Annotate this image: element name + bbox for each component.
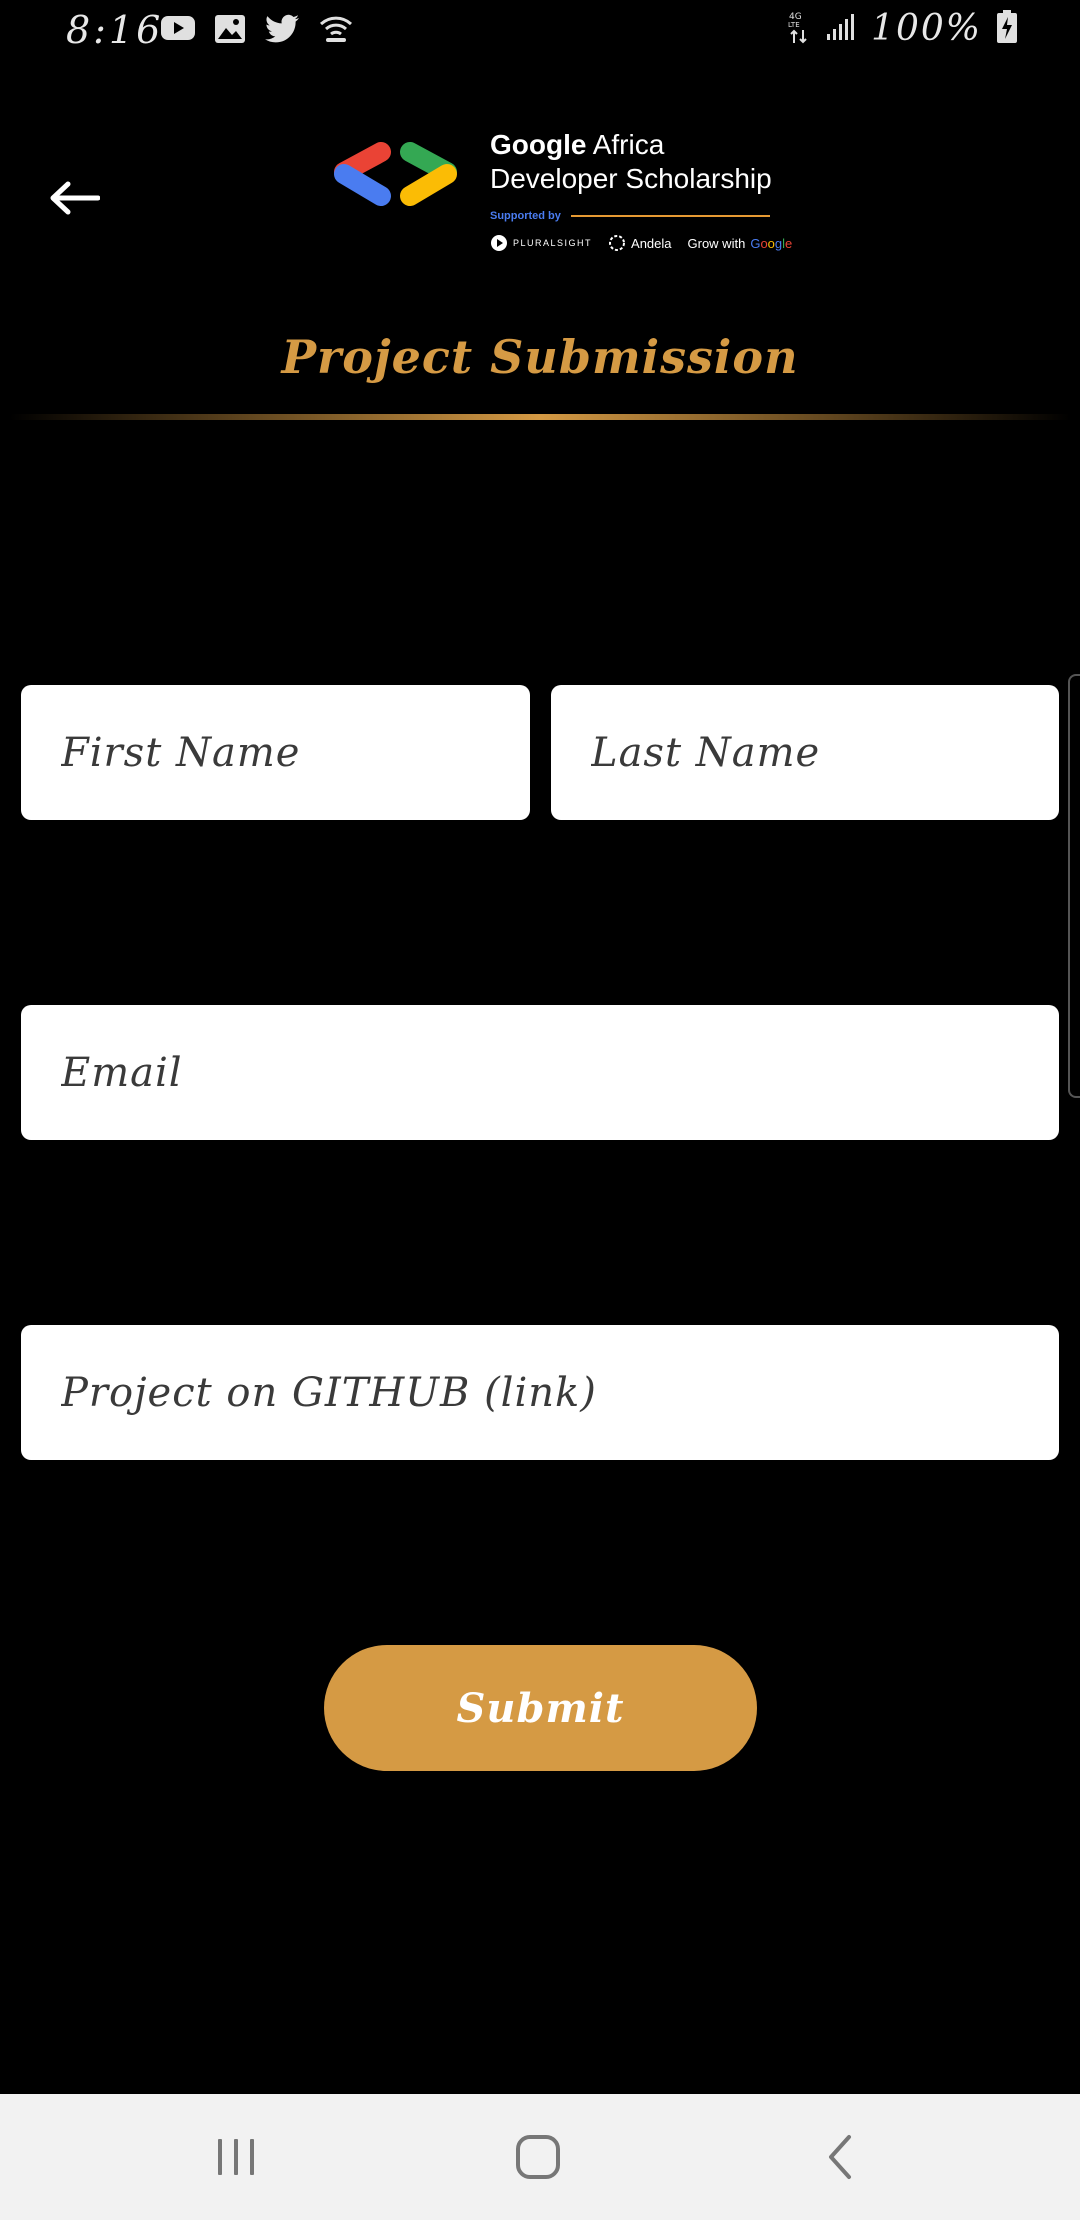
- andela-icon: [609, 235, 626, 251]
- email-input[interactable]: [59, 1048, 1059, 1097]
- pluralsight-label: PLURALSIGHT: [513, 238, 593, 248]
- battery-charging-icon: [996, 9, 1018, 48]
- signal-bars-icon: [825, 12, 857, 46]
- arrow-left-icon: [50, 181, 100, 215]
- status-icons-right: 4G LTE 100%: [787, 8, 1018, 49]
- github-link-field[interactable]: [21, 1325, 1059, 1460]
- github-link-input[interactable]: [59, 1368, 1059, 1417]
- pluralsight-icon: [491, 235, 507, 251]
- back-button[interactable]: [44, 170, 104, 226]
- wifi-calling-icon: [318, 14, 354, 48]
- google-wordmark: Google: [750, 235, 793, 251]
- sponsor-logos: PLURALSIGHT Andela Grow with Google: [490, 234, 792, 252]
- recents-button[interactable]: [196, 2124, 276, 2190]
- andela-label: Andela: [631, 235, 672, 251]
- back-chevron-icon: [829, 2135, 851, 2179]
- first-name-field[interactable]: [21, 685, 530, 820]
- logo-line1: Google Africa: [490, 128, 772, 162]
- home-icon: [516, 2135, 560, 2179]
- logo-text: Google Africa Developer Scholarship: [490, 128, 772, 196]
- status-bar: 8:16 4G LTE 100%: [0, 0, 1080, 64]
- supported-by-label: Supported by: [490, 210, 561, 222]
- nav-back-button[interactable]: [800, 2124, 880, 2190]
- svg-text:LTE: LTE: [788, 21, 800, 29]
- navigation-bar: [0, 2094, 1080, 2220]
- data-arrows-icon: 4G LTE: [787, 10, 811, 48]
- home-button[interactable]: [498, 2124, 578, 2190]
- scrollbar[interactable]: [1068, 674, 1080, 1098]
- gads-logo: Google Africa Developer Scholarship Supp…: [326, 128, 792, 268]
- gdg-brackets-icon: [334, 142, 457, 206]
- status-icons-left: [160, 14, 354, 48]
- logo-africa-word: Africa: [586, 129, 665, 160]
- supported-by-line: [570, 215, 770, 217]
- sponsor-andela: Andela: [608, 234, 672, 252]
- submit-button[interactable]: Submit: [324, 1645, 757, 1771]
- gallery-icon: [214, 14, 246, 48]
- page-title: Project Submission: [281, 330, 799, 384]
- logo-google-word: Google: [490, 129, 587, 160]
- twitter-icon: [264, 14, 300, 48]
- logo-supported-row: Supported by: [490, 208, 770, 224]
- recents-icon: [218, 2139, 254, 2175]
- title-divider: [10, 414, 1070, 420]
- youtube-icon: [160, 14, 196, 48]
- last-name-input[interactable]: [589, 728, 1059, 777]
- email-field[interactable]: [21, 1005, 1059, 1140]
- first-name-input[interactable]: [59, 728, 530, 777]
- status-time: 8:16: [66, 8, 164, 52]
- battery-percentage: 100%: [871, 8, 982, 49]
- grow-with-label: Grow with: [687, 235, 746, 251]
- last-name-field[interactable]: [551, 685, 1059, 820]
- sponsor-grow-with-google: Grow with Google: [688, 236, 793, 251]
- logo-line2: Developer Scholarship: [490, 163, 772, 194]
- sponsor-pluralsight: PLURALSIGHT: [490, 234, 592, 252]
